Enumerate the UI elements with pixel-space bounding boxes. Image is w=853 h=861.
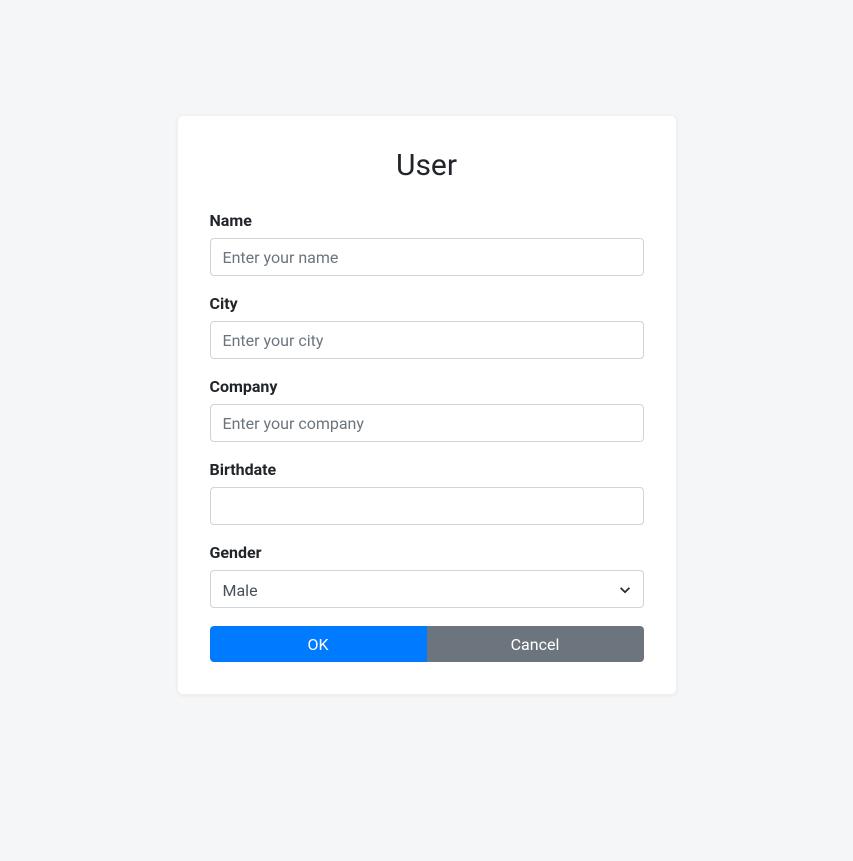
name-label: Name: [210, 211, 644, 230]
form-group-company: Company: [210, 377, 644, 442]
name-input[interactable]: [210, 238, 644, 276]
city-input[interactable]: [210, 321, 644, 359]
company-input[interactable]: [210, 404, 644, 442]
gender-label: Gender: [210, 543, 644, 562]
birthdate-label: Birthdate: [210, 460, 644, 479]
gender-select[interactable]: Male: [210, 570, 644, 608]
city-label: City: [210, 294, 644, 313]
birthdate-input[interactable]: [210, 487, 644, 525]
button-row: OK Cancel: [210, 626, 644, 662]
user-form-card: User Name City Company Birthdate Gender …: [177, 115, 677, 695]
form-group-gender: Gender Male: [210, 543, 644, 608]
form-group-name: Name: [210, 211, 644, 276]
form-group-city: City: [210, 294, 644, 359]
gender-select-wrapper: Male: [210, 570, 644, 608]
cancel-button[interactable]: Cancel: [427, 626, 644, 662]
company-label: Company: [210, 377, 644, 396]
form-group-birthdate: Birthdate: [210, 460, 644, 525]
card-title: User: [210, 148, 644, 183]
ok-button[interactable]: OK: [210, 626, 427, 662]
